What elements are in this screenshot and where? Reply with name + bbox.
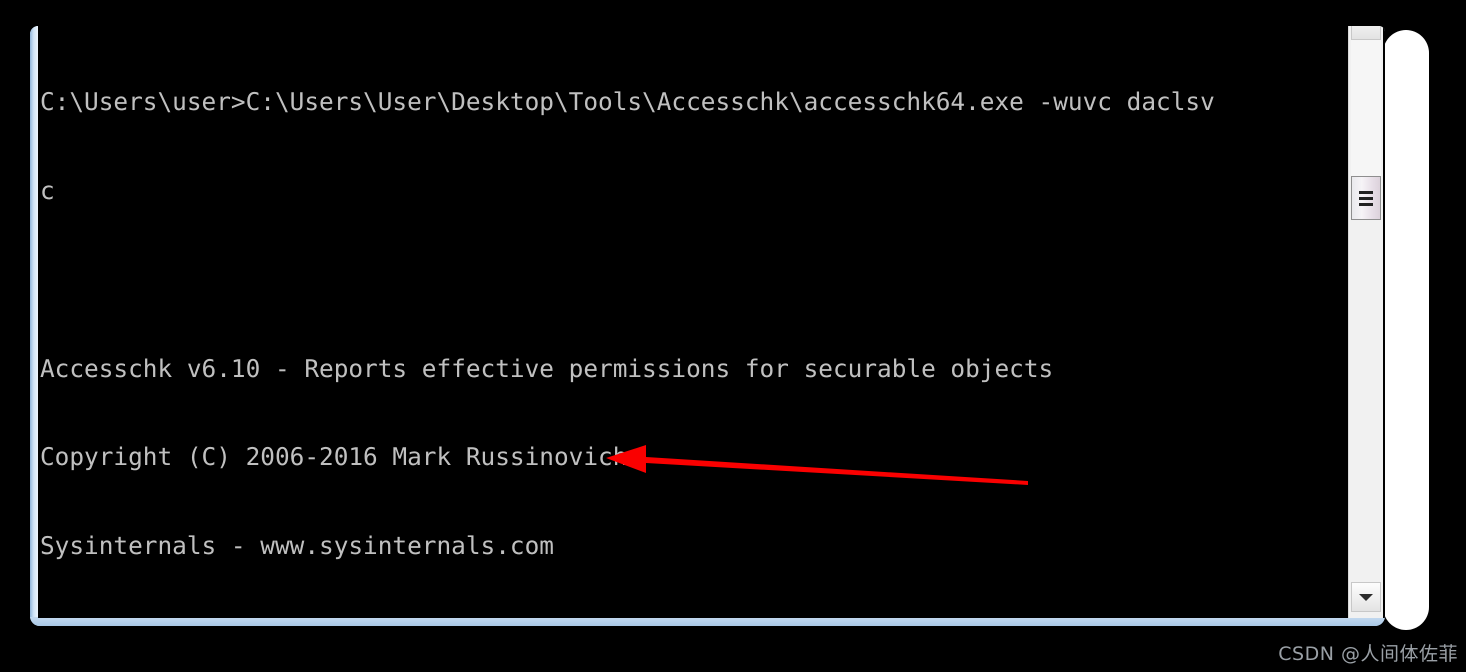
command-prompt-window[interactable]: C:\Users\user>C:\Users\User\Desktop\Tool… bbox=[30, 26, 1385, 626]
window-border-bottom bbox=[30, 617, 1385, 626]
thumb-grip-line bbox=[1359, 196, 1373, 200]
terminal-output: C:\Users\user>C:\Users\User\Desktop\Tool… bbox=[40, 28, 1340, 618]
terminal-line: Sysinternals - www.sysinternals.com bbox=[40, 531, 554, 561]
scrollbar-track-upper[interactable] bbox=[1351, 40, 1381, 176]
terminal-line: Copyright (C) 2006-2016 Mark Russinovich bbox=[40, 442, 628, 472]
scrollbar-down-button[interactable] bbox=[1351, 582, 1381, 612]
vertical-scrollbar[interactable] bbox=[1348, 26, 1383, 618]
scrollbar-thumb[interactable] bbox=[1351, 176, 1381, 220]
terminal-line: C:\Users\user>C:\Users\User\Desktop\Tool… bbox=[40, 87, 1215, 117]
console-client-area[interactable]: C:\Users\user>C:\Users\User\Desktop\Tool… bbox=[38, 26, 1385, 618]
terminal-line: Accesschk v6.10 - Reports effective perm… bbox=[40, 353, 1054, 383]
terminal-line: c bbox=[40, 175, 55, 205]
scrollbar-up-button[interactable] bbox=[1351, 26, 1381, 40]
thumb-grip-line bbox=[1359, 190, 1373, 194]
thumb-grip-line bbox=[1359, 202, 1373, 206]
window-border-left bbox=[30, 26, 38, 626]
chevron-down-icon bbox=[1359, 593, 1373, 601]
watermark: CSDN @人间体佐菲 bbox=[1278, 643, 1458, 665]
background-window-body bbox=[1383, 60, 1429, 600]
